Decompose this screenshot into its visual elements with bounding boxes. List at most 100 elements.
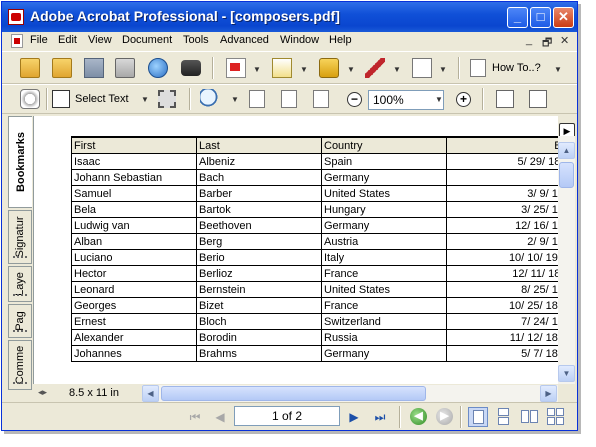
save-icon[interactable]: [84, 58, 104, 78]
table-cell: Hungary: [321, 201, 447, 218]
toolbar-separator: [458, 57, 460, 79]
select-dropdown-icon[interactable]: ▼: [439, 65, 447, 74]
scroll-right-icon[interactable]: ▶: [540, 385, 557, 402]
print-icon[interactable]: [115, 58, 135, 78]
table-cell: France: [321, 265, 447, 282]
sign-dropdown-icon[interactable]: ▼: [393, 65, 401, 74]
vertical-scrollbar[interactable]: ▲ ▼: [558, 136, 575, 384]
tab-comments[interactable]: Comme: [8, 340, 32, 390]
tab-signatures[interactable]: Signatur: [8, 210, 32, 264]
horizontal-scroll-thumb[interactable]: [161, 386, 426, 401]
document-view[interactable]: FirstLastCountryBiIsaacAlbenizSpain5/ 29…: [33, 116, 558, 384]
menu-file[interactable]: File: [30, 34, 48, 46]
composers-table: FirstLastCountryBiIsaacAlbenizSpain5/ 29…: [71, 136, 558, 362]
comment-dropdown-icon[interactable]: ▼: [300, 65, 308, 74]
minimize-button[interactable]: _: [507, 7, 528, 28]
table-cell: Brahms: [196, 345, 322, 362]
rotate-clockwise-icon[interactable]: [496, 90, 514, 108]
menu-window[interactable]: Window: [280, 34, 319, 46]
table-cell: Bloch: [196, 313, 322, 330]
select-object-icon[interactable]: [412, 58, 432, 78]
next-page-button[interactable]: ▶: [346, 409, 362, 425]
menu-tools[interactable]: Tools: [183, 34, 209, 46]
zoom-dropdown-icon[interactable]: ▼: [231, 95, 239, 104]
doc-close-button[interactable]: ✕: [560, 34, 569, 47]
table-cell: Berg: [196, 233, 322, 250]
previous-page-button[interactable]: ◀: [212, 409, 228, 425]
fit-page-icon[interactable]: [281, 90, 297, 108]
scroll-up-icon[interactable]: ▲: [558, 142, 575, 159]
organizer-icon[interactable]: [52, 58, 72, 78]
howto-icon[interactable]: [470, 59, 486, 77]
continuous-facing-layout-icon[interactable]: [546, 407, 566, 427]
facing-layout-icon[interactable]: [520, 407, 540, 427]
table-cell: Leonard: [71, 281, 197, 298]
tab-bookmarks[interactable]: Bookmarks: [8, 116, 32, 208]
scroll-left-icon[interactable]: ◀: [142, 385, 159, 402]
howto-dropdown-icon[interactable]: ▼: [554, 65, 562, 74]
split-handle-icon[interactable]: ◂▸: [38, 387, 47, 398]
continuous-layout-icon[interactable]: [494, 407, 514, 427]
close-button[interactable]: ✕: [553, 7, 574, 28]
secure-icon[interactable]: [319, 58, 339, 78]
table-row: SamuelBarberUnited States3/ 9/ 19: [71, 185, 558, 202]
select-text-icon[interactable]: [52, 90, 70, 108]
document-icon[interactable]: [11, 34, 23, 48]
maximize-button[interactable]: □: [530, 7, 551, 28]
menu-edit[interactable]: Edit: [58, 34, 77, 46]
zoom-in-button[interactable]: +: [456, 92, 471, 107]
menu-document[interactable]: Document: [122, 34, 172, 46]
doc-minimize-button[interactable]: _: [526, 34, 532, 46]
email-icon[interactable]: [148, 58, 168, 78]
fit-width-icon[interactable]: [313, 90, 329, 108]
acrobat-window: Adobe Acrobat Professional - [composers.…: [1, 1, 578, 431]
comment-icon[interactable]: [272, 58, 292, 78]
basic-toolbar: Select Text ▼ ▼ − 100% ▼ +: [2, 84, 577, 114]
vertical-scroll-thumb[interactable]: [559, 162, 574, 188]
single-page-layout-icon[interactable]: [468, 407, 488, 427]
table-cell: Georges: [71, 297, 197, 314]
create-pdf-icon[interactable]: [226, 58, 246, 78]
tab-pages[interactable]: Pag: [8, 304, 32, 338]
status-bar: ◂▸ 8.5 x 11 in: [33, 384, 143, 402]
previous-view-button[interactable]: ◀: [410, 408, 427, 425]
last-page-button[interactable]: ⏭: [372, 409, 388, 425]
table-cell: United States: [321, 185, 447, 202]
toolbar-separator: [482, 88, 484, 110]
snapshot-icon[interactable]: [158, 90, 176, 108]
zoom-level-dropdown-icon[interactable]: ▼: [435, 95, 443, 104]
open-icon[interactable]: [20, 58, 40, 78]
zoom-level-field[interactable]: 100%: [368, 90, 444, 110]
table-cell: Ludwig van: [71, 217, 197, 234]
toolbar-separator: [460, 406, 462, 428]
actual-size-icon[interactable]: [249, 90, 265, 108]
column-header: Country: [321, 136, 447, 154]
table-cell: Italy: [321, 249, 447, 266]
page-number-field[interactable]: 1 of 2: [234, 406, 340, 426]
table-header-row: FirstLastCountryBi: [71, 136, 558, 154]
table-row: ErnestBlochSwitzerland7/ 24/ 18: [71, 313, 558, 330]
create-pdf-dropdown-icon[interactable]: ▼: [253, 65, 261, 74]
select-text-dropdown-icon[interactable]: ▼: [141, 95, 149, 104]
horizontal-scrollbar[interactable]: ◀ ▶: [142, 385, 558, 402]
howto-button[interactable]: How To..?: [492, 62, 541, 74]
title-bar[interactable]: Adobe Acrobat Professional - [composers.…: [2, 2, 577, 32]
menu-advanced[interactable]: Advanced: [220, 34, 269, 46]
search-icon[interactable]: [181, 60, 201, 76]
hand-tool-icon[interactable]: [20, 89, 40, 109]
select-text-button[interactable]: Select Text: [75, 93, 129, 105]
acrobat-app-icon[interactable]: [8, 9, 24, 25]
scroll-down-icon[interactable]: ▼: [558, 365, 575, 382]
zoom-out-button[interactable]: −: [347, 92, 362, 107]
table-row: JohannesBrahmsGermany5/ 7/ 183: [71, 345, 558, 362]
rotate-counterclockwise-icon[interactable]: [529, 90, 547, 108]
first-page-button[interactable]: ⏮: [187, 409, 203, 425]
menu-view[interactable]: View: [88, 34, 112, 46]
tab-layers[interactable]: Laye: [8, 266, 32, 302]
sign-icon[interactable]: [365, 58, 385, 78]
menu-help[interactable]: Help: [329, 34, 352, 46]
table-cell: Bela: [71, 201, 197, 218]
zoom-icon[interactable]: [200, 89, 220, 109]
next-view-button[interactable]: ▶: [436, 408, 453, 425]
secure-dropdown-icon[interactable]: ▼: [347, 65, 355, 74]
